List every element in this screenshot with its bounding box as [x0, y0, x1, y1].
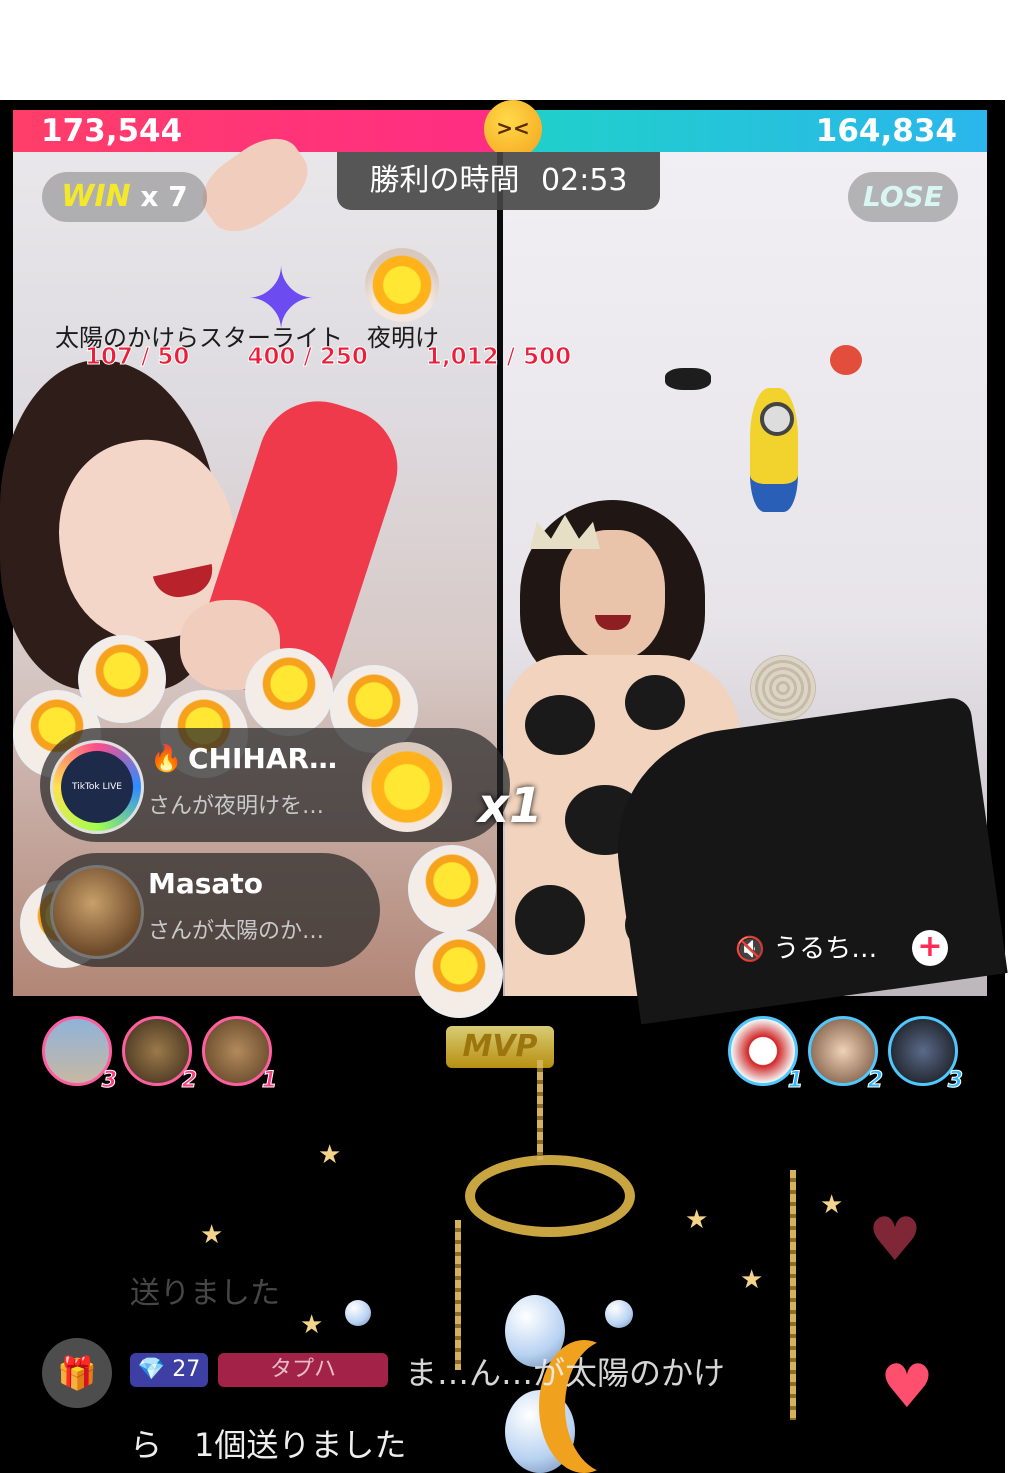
avatar[interactable]: TikTok LIVE: [50, 740, 144, 834]
gift-count-1: 107 / 50: [84, 344, 190, 371]
battle-timer: 勝利の時間 02:53: [337, 152, 660, 210]
right-streamer-face: [560, 530, 665, 660]
right-rank-avatar-3[interactable]: 3: [888, 1016, 964, 1094]
wall-vent: [750, 655, 816, 721]
win-streak-badge: WIN x 7: [42, 172, 207, 222]
win-streak: x 7: [140, 180, 188, 213]
heart-icon: ♥: [868, 1205, 922, 1275]
emoji-face-icon: ><: [484, 100, 542, 158]
gift-comment-card[interactable]: Masato さんが太陽のか…: [40, 853, 380, 967]
chat-message-line-1: ま…ん…が太陽のかけ: [405, 1354, 726, 1392]
minion-eye: [760, 402, 794, 436]
commenter-name: CHIHAR…: [188, 742, 338, 775]
mobile-chain: [790, 1170, 796, 1420]
left-rank-avatar-2[interactable]: 2: [122, 1016, 198, 1094]
cat-sticker: [665, 368, 711, 390]
star-icon: ★: [740, 1265, 764, 1295]
opponent-user-chip[interactable]: 🔇 うるち…: [735, 928, 877, 965]
tap-badge: タプハ: [218, 1353, 388, 1387]
apple-sticker: [830, 345, 862, 375]
timer-label: 勝利の時間: [369, 163, 520, 198]
diamond-count: 27: [172, 1357, 201, 1382]
crystal-ornament: [605, 1300, 633, 1328]
follow-plus-button[interactable]: +: [912, 930, 948, 966]
rank-number: 2: [181, 1068, 197, 1094]
right-score: 164,834: [815, 113, 957, 149]
lose-label: LOSE: [863, 180, 943, 213]
split-divider: [497, 152, 503, 996]
rank-number: 3: [101, 1068, 117, 1094]
sun-gift-bubble: [415, 930, 503, 1018]
heart-icon: ♥: [880, 1352, 934, 1422]
opponent-name: うるち…: [773, 934, 878, 964]
timer-value: 02:53: [541, 163, 628, 198]
gift-multiplier: x1: [478, 778, 543, 834]
rank-number: 3: [947, 1068, 963, 1094]
mobile-chain: [537, 1060, 543, 1160]
gift-button[interactable]: 🎁: [42, 1338, 112, 1408]
chat-message-line-2: ら 1個送りました: [130, 1426, 407, 1464]
lose-badge: LOSE: [848, 172, 958, 222]
mobile-ring-decoration: [465, 1155, 635, 1237]
star-icon: ★: [300, 1310, 324, 1340]
comment-text: さんが夜明けを…: [148, 794, 325, 819]
comment-text: さんが太陽のか…: [148, 919, 325, 944]
sun-gift-icon: [362, 742, 452, 832]
flame-icon: 🔥: [150, 744, 183, 774]
tap-badge-label: タプハ: [269, 1357, 336, 1382]
gift-icon: 🎁: [57, 1354, 97, 1392]
gift-count-3: 1,012 / 500: [425, 344, 572, 371]
right-rank-avatar-1[interactable]: 1: [728, 1016, 804, 1094]
rank-number: 1: [261, 1068, 277, 1094]
win-label: WIN: [61, 179, 131, 214]
rank-number: 1: [787, 1068, 803, 1094]
sun-gift-bubble: [408, 845, 496, 933]
sun-gift-bubble: [245, 648, 333, 736]
commenter-name: Masato: [148, 867, 263, 900]
gift-count-2: 400 / 250: [247, 344, 368, 371]
diamond-icon: 💎: [137, 1357, 166, 1382]
avatar[interactable]: [50, 865, 144, 959]
mute-icon[interactable]: 🔇: [735, 935, 765, 963]
sun-gift-icon: [365, 248, 439, 322]
rank-number: 2: [867, 1068, 883, 1094]
left-rank-avatar-3[interactable]: 3: [42, 1016, 118, 1094]
diamond-badge: 💎 27: [130, 1353, 208, 1387]
right-score-bar: 164,834: [500, 110, 987, 152]
left-score: 173,544: [41, 113, 183, 149]
gift-goal-counts: 107 / 50 400 / 250 1,012 / 500: [84, 344, 621, 371]
right-rank-avatar-2[interactable]: 2: [808, 1016, 884, 1094]
star-icon: ★: [685, 1205, 709, 1235]
star-icon: ★: [820, 1190, 844, 1220]
crystal-ornament: [345, 1300, 371, 1326]
left-rank-avatar-1[interactable]: 1: [202, 1016, 278, 1094]
star-icon: ★: [200, 1220, 224, 1250]
faded-chat-line: 送りました: [130, 1276, 280, 1311]
star-icon: ★: [318, 1140, 342, 1170]
